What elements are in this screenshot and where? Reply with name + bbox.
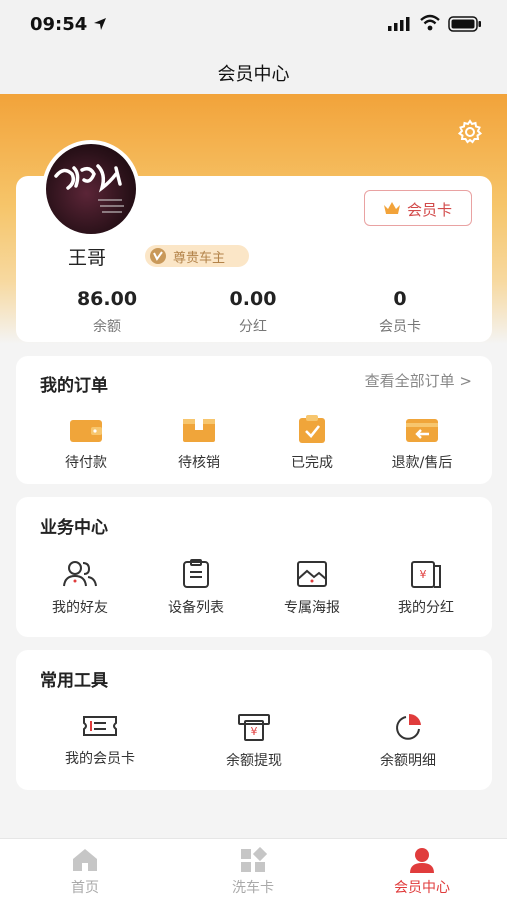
battery-icon [448,16,481,32]
item-label: 退款/售后 [391,455,453,471]
device-list-icon [183,559,209,588]
stat-label: 余额 [93,319,121,335]
status-time: 09:54 [30,14,88,35]
vip-badge-label: 尊贵车主 [173,251,226,266]
status-bar: 09:54 [0,0,507,48]
box-icon [183,419,215,442]
stat-dividend[interactable]: 0.00 分红 [193,288,313,336]
nav-bar: 会员中心 [0,48,507,94]
tools-section: 常用工具 我的会员卡 ¥ 余额提现 余额明细 [16,650,492,790]
business-section: 业务中心 我的好友 设备列表 专属海报 ¥ 我的分红 [16,497,492,637]
vip-badge: 尊贵车主 [145,245,249,267]
tool-withdraw[interactable]: ¥ 余额提现 [194,712,314,770]
item-label: 待付款 [65,455,107,471]
grid-icon [241,847,267,872]
svg-text:¥: ¥ [251,725,258,738]
svg-text:¥: ¥ [420,568,427,581]
section-title: 常用工具 [40,671,108,691]
poster-icon [297,561,327,587]
crown-icon [384,202,400,214]
view-all-orders-link[interactable]: 查看全部订单 > [365,370,472,391]
business-device-list[interactable]: 设备列表 [136,559,256,617]
tool-balance-details[interactable]: 余额明细 [348,712,468,770]
tab-label: 会员中心 [394,880,450,896]
vip-badge-icon [150,248,166,264]
stat-label: 分红 [239,319,267,335]
stat-value: 0 [393,288,407,310]
clipboard-check-icon [299,415,325,443]
section-title: 业务中心 [40,518,108,538]
order-pending-verify[interactable]: 待核销 [139,416,259,472]
business-dividend[interactable]: ¥ 我的分红 [366,559,486,617]
withdraw-icon: ¥ [238,714,270,741]
wallet-icon [70,420,102,442]
item-label: 待核销 [178,455,220,471]
user-name: 王哥 [68,247,107,269]
tab-member-center[interactable]: 会员中心 [362,847,482,897]
item-label: 设备列表 [168,600,224,616]
location-arrow-icon [94,18,106,30]
friends-icon [63,561,97,587]
item-label: 余额明细 [380,753,436,769]
home-icon [73,849,97,871]
member-card-button[interactable]: 会员卡 [364,190,472,226]
item-label: 我的分红 [398,600,454,616]
stat-value: 0.00 [229,288,277,310]
stat-value: 86.00 [76,288,138,310]
business-friends[interactable]: 我的好友 [20,559,140,617]
dividend-icon: ¥ [411,561,441,588]
stat-balance[interactable]: 86.00 余额 [47,288,167,336]
section-title: 我的订单 [40,376,108,396]
order-refund[interactable]: 退款/售后 [362,416,482,472]
page-title: 会员中心 [217,64,290,85]
item-label: 专属海报 [284,600,340,616]
order-pending-payment[interactable]: 待付款 [26,416,146,472]
refund-card-icon [406,419,438,442]
business-poster[interactable]: 专属海报 [252,559,372,617]
item-label: 余额提现 [226,753,282,769]
tab-bar: 首页 洗车卡 会员中心 [0,838,507,900]
item-label: 我的好友 [52,600,108,616]
tab-home[interactable]: 首页 [25,847,145,897]
member-card-label: 会员卡 [407,201,453,219]
avatar[interactable] [42,140,140,238]
orders-section: 我的订单 查看全部订单 > 待付款 待核销 已完成 退款/售后 [16,356,492,484]
wifi-icon [420,14,440,31]
item-label: 已完成 [291,455,333,471]
stat-member-cards[interactable]: 0 会员卡 [340,288,460,336]
stat-label: 会员卡 [379,319,421,335]
tab-wash-card[interactable]: 洗车卡 [193,847,313,897]
signal-icon [388,17,410,31]
ticket-icon [83,716,117,736]
order-completed[interactable]: 已完成 [252,414,372,472]
tab-label: 首页 [71,880,99,896]
user-icon [410,848,434,873]
gear-icon[interactable] [456,118,484,146]
tool-member-card[interactable]: 我的会员卡 [40,712,160,768]
tab-label: 洗车卡 [232,880,274,896]
item-label: 我的会员卡 [65,751,135,767]
pie-chart-icon [396,713,421,740]
